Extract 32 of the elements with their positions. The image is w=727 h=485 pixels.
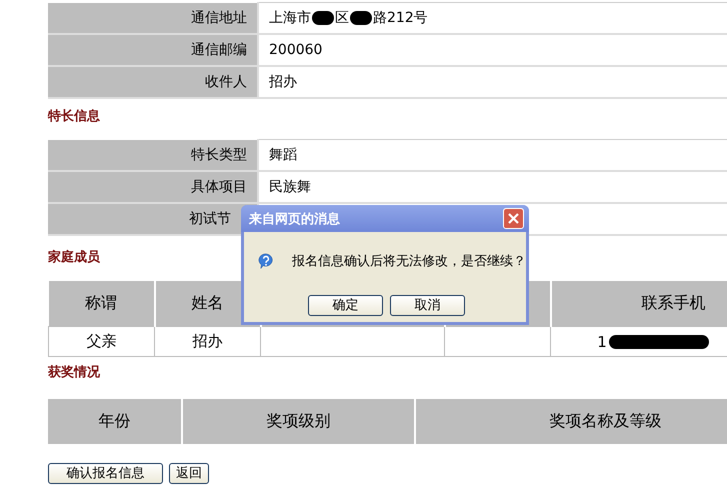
table-cell: 1 <box>597 332 710 350</box>
cancel-button[interactable]: 取消 <box>390 294 465 316</box>
field-label: 初试节 <box>189 211 231 227</box>
dialog-message: 报名信息确认后将无法修改，是否继续？ <box>292 253 526 270</box>
section-title: 获奖情况 <box>48 365 100 380</box>
column-header: 姓名 <box>192 293 224 312</box>
confirm-button[interactable]: 确定 <box>308 294 383 316</box>
column-header: 奖项级别 <box>266 411 330 430</box>
column-header: 奖项名称及等级 <box>550 411 662 430</box>
redaction-mark <box>350 11 372 26</box>
dialog-title: 来自网页的消息 <box>249 210 340 228</box>
field-label: 收件人 <box>205 74 247 90</box>
close-icon[interactable] <box>503 208 524 229</box>
field-label: 通信地址 <box>191 10 247 26</box>
field-value: 民族舞 <box>269 179 311 195</box>
field-value: 招办 <box>269 74 297 90</box>
back-button[interactable]: 返回 <box>169 462 209 484</box>
field-label: 通信邮编 <box>191 42 247 58</box>
table-cell: 招办 <box>192 332 222 350</box>
table-cell: 父亲 <box>86 332 116 350</box>
field-value: 舞蹈 <box>269 147 297 163</box>
column-header: 称谓 <box>85 293 117 312</box>
column-header: 联系手机 <box>642 293 706 312</box>
section-title: 家庭成员 <box>48 250 100 265</box>
confirm-info-button[interactable]: 确认报名信息 <box>48 462 163 484</box>
field-label: 特长类型 <box>191 146 247 163</box>
field-value: 上海市 区 路212号 <box>269 10 428 26</box>
column-header: 年份 <box>98 411 130 430</box>
field-label: 具体项目 <box>191 179 247 195</box>
section-title: 特长信息 <box>48 109 100 124</box>
field-value: 200060 <box>269 42 322 58</box>
redaction-mark <box>312 11 334 26</box>
